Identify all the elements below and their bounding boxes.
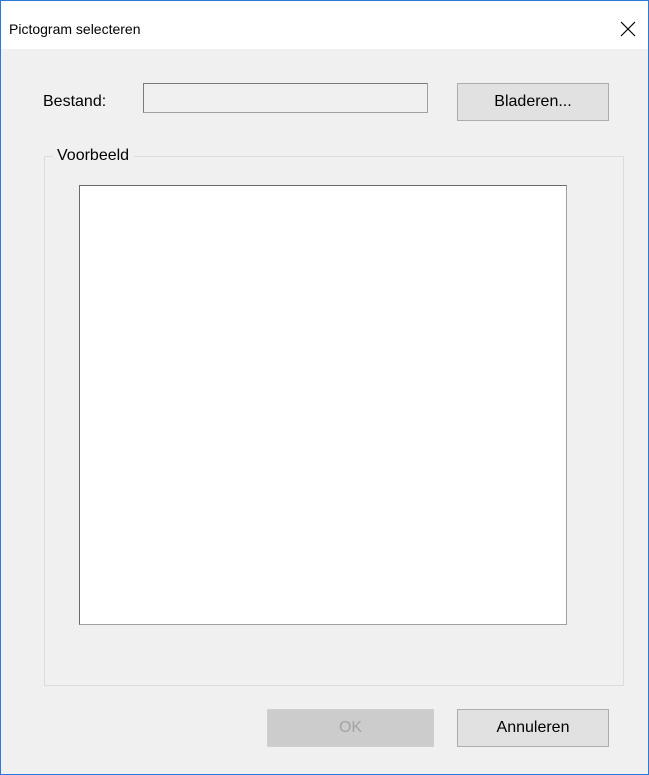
browse-button[interactable]: Bladeren... [457,83,609,121]
close-button[interactable] [608,9,648,49]
title-bar: Pictogram selecteren [1,1,648,49]
close-icon [620,21,636,37]
file-label: Bestand: [43,93,107,110]
preview-area [79,185,567,625]
ok-button[interactable]: OK [267,709,434,747]
preview-legend: Voorbeeld [53,147,135,165]
window-title: Pictogram selecteren [9,21,141,37]
cancel-button[interactable]: Annuleren [457,709,609,747]
icon-select-dialog: Pictogram selecteren Bestand: Bladeren..… [0,0,649,775]
file-path-input[interactable] [143,83,428,113]
